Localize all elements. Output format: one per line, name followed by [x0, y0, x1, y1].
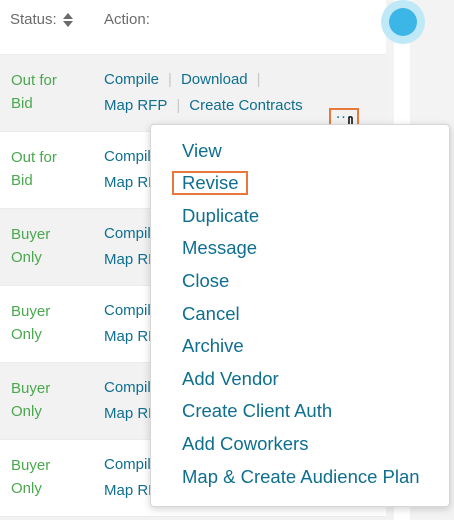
- menu-item-cancel[interactable]: Cancel: [182, 302, 240, 326]
- table-header: Status: Action:: [0, 0, 386, 54]
- table-row: [0, 516, 386, 520]
- status-text-line2: Only: [11, 403, 42, 420]
- status-text-line1: Buyer: [11, 226, 51, 243]
- download-link[interactable]: Download: [181, 71, 248, 88]
- status-text-line1: Out for: [11, 72, 57, 89]
- status-text-line2: Bid: [11, 95, 33, 112]
- actions-dropdown-menu: View Revise Duplicate Message Close Canc…: [150, 124, 450, 507]
- status-cell: Buyer Only: [11, 454, 91, 500]
- menu-item-close[interactable]: Close: [182, 269, 229, 293]
- status-cell: Out for Bid: [11, 146, 91, 192]
- status-cell: Buyer Only: [11, 223, 91, 269]
- menu-item-view[interactable]: View: [182, 139, 222, 163]
- status-text-line1: Buyer: [11, 303, 51, 320]
- map-rfp-link[interactable]: Map RFP: [104, 97, 167, 114]
- separator: |: [176, 97, 181, 114]
- status-header-label: Status:: [10, 11, 57, 28]
- status-text-line1: Out for: [11, 149, 57, 166]
- menu-item-duplicate[interactable]: Duplicate: [182, 204, 259, 228]
- menu-item-add-vendor[interactable]: Add Vendor: [182, 367, 279, 391]
- status-text-line1: Buyer: [11, 457, 51, 474]
- action-column-header: Action:: [104, 11, 150, 28]
- menu-item-map-create-audience-plan[interactable]: Map & Create Audience Plan: [182, 465, 420, 489]
- actions-cell: Compile | Download | Map RFP | Create Contrac…: [104, 67, 303, 119]
- menu-item-archive[interactable]: Archive: [182, 334, 244, 358]
- status-column-header[interactable]: Status:: [10, 11, 73, 28]
- status-text-line2: Bid: [11, 172, 33, 189]
- separator: |: [168, 71, 172, 88]
- menu-item-add-coworkers[interactable]: Add Coworkers: [182, 432, 308, 456]
- sort-icon[interactable]: [62, 12, 73, 27]
- menu-item-revise[interactable]: Revise: [182, 171, 239, 195]
- status-text-line2: Only: [11, 480, 42, 497]
- status-cell: Out for Bid: [11, 69, 91, 115]
- status-text-line1: Buyer: [11, 380, 51, 397]
- compile-link[interactable]: Compile: [104, 71, 159, 88]
- separator: |: [256, 71, 261, 88]
- status-text-line2: Only: [11, 326, 42, 343]
- status-text-line2: Only: [11, 249, 42, 266]
- status-cell: Buyer Only: [11, 377, 91, 423]
- create-contracts-link[interactable]: Create Contracts: [189, 97, 302, 114]
- scroll-thumb[interactable]: [381, 0, 425, 44]
- menu-item-create-client-auth[interactable]: Create Client Auth: [182, 399, 332, 423]
- status-cell: Buyer Only: [11, 300, 91, 346]
- menu-item-message[interactable]: Message: [182, 236, 257, 260]
